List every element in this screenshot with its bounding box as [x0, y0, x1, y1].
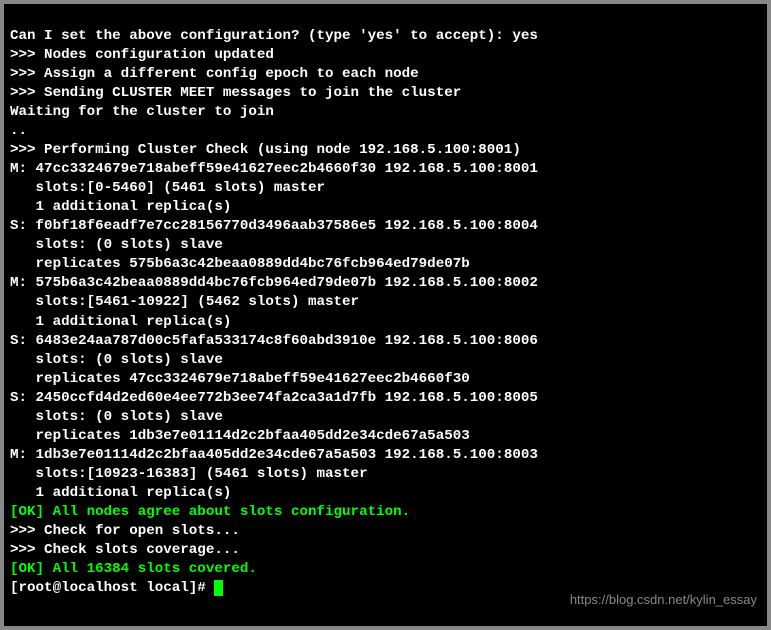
config-prompt-answer: yes [512, 28, 538, 44]
waiting-line: Waiting for the cluster to join [10, 104, 274, 120]
node-block: M: 47cc3324679e718abeff59e41627eec2b4660… [10, 161, 538, 215]
check-open-slots: >>> Check for open slots... [10, 523, 240, 539]
node-block: S: 2450ccfd4d2ed60e4ee772b3ee74fa2ca3a1d… [10, 390, 538, 444]
cursor-icon [214, 580, 223, 596]
node-block: M: 575b6a3c42beaa0889dd4bc76fcb964ed79de… [10, 275, 538, 329]
node-block: M: 1db3e7e01114d2c2bfaa405dd2e34cde67a5a… [10, 447, 538, 501]
dots-line: .. [10, 123, 27, 139]
header-assign-epoch: >>> Assign a different config epoch to e… [10, 66, 419, 82]
header-nodes-updated: >>> Nodes configuration updated [10, 47, 274, 63]
node-block: S: 6483e24aa787d00c5fafa533174c8f60abd39… [10, 333, 538, 387]
shell-prompt: [root@localhost local]# [10, 580, 214, 596]
check-slots-coverage: >>> Check slots coverage... [10, 542, 240, 558]
ok-slots-covered: [OK] All 16384 slots covered. [10, 561, 257, 577]
config-prompt-question: Can I set the above configuration? (type… [10, 28, 512, 44]
node-block: S: f0bf18f6eadf7e7cc28156770d3496aab3758… [10, 218, 538, 272]
header-cluster-check: >>> Performing Cluster Check (using node… [10, 142, 521, 158]
watermark: https://blog.csdn.net/kylin_essay [570, 591, 757, 608]
ok-slots-agree: [OK] All nodes agree about slots configu… [10, 504, 410, 520]
terminal[interactable]: Can I set the above configuration? (type… [4, 4, 767, 626]
header-sending-meet: >>> Sending CLUSTER MEET messages to joi… [10, 85, 461, 101]
